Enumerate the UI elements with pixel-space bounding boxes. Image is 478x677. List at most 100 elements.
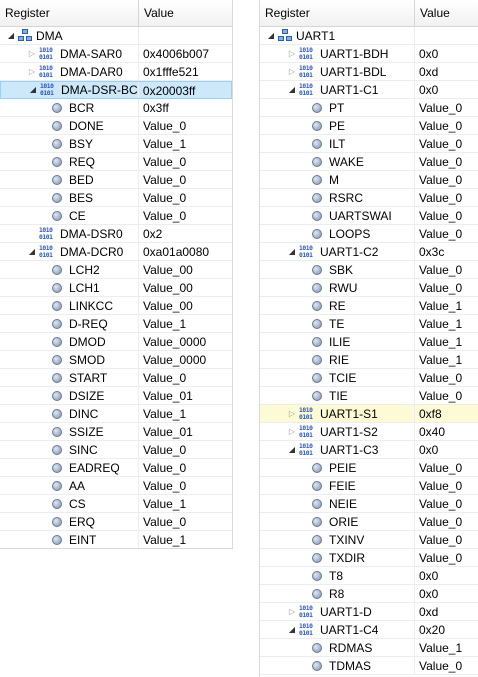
register-name-cell[interactable]: ORIE	[260, 513, 415, 530]
register-value[interactable]: Value_1	[139, 405, 232, 422]
register-value[interactable]: 0x0	[415, 81, 478, 98]
register-value[interactable]: Value_0	[415, 549, 478, 566]
tree-row[interactable]: SBK Value_0	[260, 261, 478, 279]
register-value[interactable]: 0x40	[415, 423, 478, 440]
register-value[interactable]: 0x2	[139, 225, 232, 242]
register-name-cell[interactable]: RIE	[260, 351, 415, 368]
register-name-cell[interactable]: ▷ 1010 0101 UART1-BDL	[260, 63, 415, 80]
register-name-cell[interactable]: SINC	[0, 441, 139, 458]
register-name-cell[interactable]: ▷ 1010 0101 UART1-S1	[260, 405, 415, 422]
register-value[interactable]: Value_0	[415, 495, 478, 512]
register-name-cell[interactable]: ◢ 1010 0101 UART1-C1	[260, 81, 415, 98]
register-value[interactable]: 0xa01a0080	[139, 243, 232, 260]
expanded-toggle-icon[interactable]: ◢	[287, 621, 297, 638]
collapsed-toggle-icon[interactable]: ▷	[287, 423, 297, 440]
tree-row[interactable]: ◢ 1010 0101 DMA-DSR-BC 0x20003ff	[0, 81, 232, 99]
collapsed-toggle-icon[interactable]: ▷	[287, 405, 297, 422]
register-value[interactable]: Value_1	[139, 495, 232, 512]
register-value[interactable]: Value_0	[415, 513, 478, 530]
tree-row[interactable]: TCIE Value_0	[260, 369, 478, 387]
tree-row[interactable]: RE Value_1	[260, 297, 478, 315]
register-name-cell[interactable]: R8	[260, 585, 415, 602]
expanded-toggle-icon[interactable]: ◢	[287, 81, 297, 98]
tree-row[interactable]: DONE Value_0	[0, 117, 232, 135]
register-value[interactable]: Value_01	[139, 387, 232, 404]
register-value[interactable]	[139, 27, 232, 44]
tree-row[interactable]: LOOPS Value_0	[260, 225, 478, 243]
register-name-cell[interactable]: ◢ UART1	[260, 27, 415, 44]
register-name-cell[interactable]: EADREQ	[0, 459, 139, 476]
register-name-cell[interactable]: ILT	[260, 135, 415, 152]
register-value[interactable]: 0x0	[415, 567, 478, 584]
register-value[interactable]: Value_00	[139, 261, 232, 278]
expanded-toggle-icon[interactable]: ◢	[266, 27, 276, 44]
register-value[interactable]: 0x0	[415, 45, 478, 62]
tree-row[interactable]: BCR 0x3ff	[0, 99, 232, 117]
tree-row[interactable]: CS Value_1	[0, 495, 232, 513]
value-column-header[interactable]: Value	[415, 0, 478, 26]
tree-row[interactable]: AA Value_0	[0, 477, 232, 495]
register-value[interactable]: Value_0	[415, 477, 478, 494]
tree-row[interactable]: EINT Value_1	[0, 531, 232, 548]
register-name-cell[interactable]: ◢ 1010 0101 UART1-C2	[260, 243, 415, 260]
register-value[interactable]: Value_0	[415, 189, 478, 206]
register-value[interactable]: Value_01	[139, 423, 232, 440]
register-name-cell[interactable]: ▷ 1010 0101 UART1-D	[260, 603, 415, 620]
tree-row[interactable]: NEIE Value_0	[260, 495, 478, 513]
register-value[interactable]: Value_0	[415, 225, 478, 242]
register-name-cell[interactable]: TIE	[260, 387, 415, 404]
register-name-cell[interactable]: D-REQ	[0, 315, 139, 332]
register-name-cell[interactable]: START	[0, 369, 139, 386]
tree-row[interactable]: ▷ 1010 0101 UART1-S2 0x40	[260, 423, 478, 441]
register-name-cell[interactable]: LCH2	[0, 261, 139, 278]
register-name-cell[interactable]: SMOD	[0, 351, 139, 368]
tree-row[interactable]: M Value_0	[260, 171, 478, 189]
register-name-cell[interactable]: UARTSWAI	[260, 207, 415, 224]
register-value[interactable]: Value_1	[415, 315, 478, 332]
register-value[interactable]: Value_00	[139, 297, 232, 314]
register-name-cell[interactable]: TXINV	[260, 531, 415, 548]
register-name-cell[interactable]: ▷ 1010 0101 DMA-SAR0	[0, 45, 139, 62]
register-value[interactable]: Value_0	[415, 117, 478, 134]
register-value[interactable]: 0xd	[415, 63, 478, 80]
register-value[interactable]: Value_0	[415, 153, 478, 170]
register-name-cell[interactable]: ▷ 1010 0101 UART1-S2	[260, 423, 415, 440]
register-name-cell[interactable]: DMOD	[0, 333, 139, 350]
register-name-cell[interactable]: BES	[0, 189, 139, 206]
register-name-cell[interactable]: LCH1	[0, 279, 139, 296]
register-name-cell[interactable]: ERQ	[0, 513, 139, 530]
tree-row[interactable]: ◢ 1010 0101 UART1-C2 0x3c	[260, 243, 478, 261]
register-name-cell[interactable]: WAKE	[260, 153, 415, 170]
register-value[interactable]: Value_0	[415, 279, 478, 296]
tree-row[interactable]: ◢ 1010 0101 UART1-C3 0x0	[260, 441, 478, 459]
tree-row[interactable]: RWU Value_0	[260, 279, 478, 297]
collapsed-toggle-icon[interactable]: ▷	[27, 45, 37, 62]
tree-row[interactable]: ◢ 1010 0101 UART1-C1 0x0	[260, 81, 478, 99]
tree-row[interactable]: LCH1 Value_00	[0, 279, 232, 297]
register-value[interactable]: Value_0	[415, 657, 478, 674]
tree-row[interactable]: ERQ Value_0	[0, 513, 232, 531]
register-name-cell[interactable]: DONE	[0, 117, 139, 134]
tree-row[interactable]: ILIE Value_1	[260, 333, 478, 351]
register-name-cell[interactable]: ILIE	[260, 333, 415, 350]
tree-row[interactable]: RDMAS Value_1	[260, 639, 478, 657]
tree-row[interactable]: START Value_0	[0, 369, 232, 387]
register-value[interactable]: Value_1	[415, 297, 478, 314]
register-name-cell[interactable]: ◢ 1010 0101 UART1-C4	[260, 621, 415, 638]
tree-row[interactable]: PEIE Value_0	[260, 459, 478, 477]
register-value[interactable]: 0x4006b007	[139, 45, 232, 62]
register-value[interactable]: Value_1	[415, 351, 478, 368]
collapsed-toggle-icon[interactable]: ▷	[287, 45, 297, 62]
tree-row[interactable]: REQ Value_0	[0, 153, 232, 171]
value-column-header[interactable]: Value	[139, 0, 232, 26]
expanded-toggle-icon[interactable]: ◢	[6, 27, 16, 44]
register-name-cell[interactable]: DSIZE	[0, 387, 139, 404]
register-name-cell[interactable]: BSY	[0, 135, 139, 152]
register-value[interactable]: Value_0	[139, 153, 232, 170]
register-name-cell[interactable]: RWU	[260, 279, 415, 296]
tree-row[interactable]: 1010 0101 DMA-DSR0 0x2	[0, 225, 232, 243]
collapsed-toggle-icon[interactable]: ▷	[287, 63, 297, 80]
register-value[interactable]: 0x3c	[415, 243, 478, 260]
register-value[interactable]: Value_1	[139, 135, 232, 152]
register-value[interactable]: Value_0	[139, 369, 232, 386]
